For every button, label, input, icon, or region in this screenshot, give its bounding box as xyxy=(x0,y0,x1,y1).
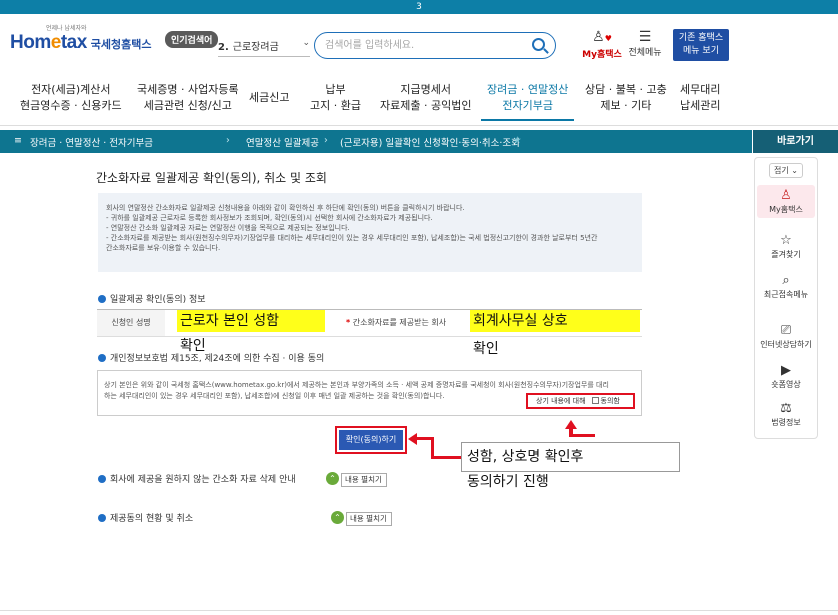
user-icon: ♙♥ xyxy=(592,29,612,45)
star-outline-icon: ☆ xyxy=(780,233,792,248)
annotation-line xyxy=(416,437,432,440)
gavel-icon: ⚖ xyxy=(780,401,792,416)
quick-my-hometax[interactable]: ♙ My홈택스 xyxy=(757,185,815,218)
recent-search-icon: ⌕ xyxy=(782,273,790,288)
info-box: 회사의 연말정산 간소화자료 일괄제공 신청내용을 아래와 같이 확인하신 후 … xyxy=(98,193,642,272)
highlight-company: 회계사무실 상호 xyxy=(470,310,640,332)
quick-law-info[interactable]: ⚖ 법령정보 xyxy=(757,401,815,428)
nav-item-tax-agent[interactable]: 세무대리 납세관리 xyxy=(680,82,720,114)
expand-consent-status-button[interactable]: 내용 펼치기 xyxy=(346,512,392,526)
top-strip: 3 xyxy=(0,0,838,14)
section-consent-status: 제공동의 현황 및 취소 xyxy=(98,511,193,524)
applicant-label: 신청인 성명 xyxy=(97,310,165,336)
search-input[interactable] xyxy=(325,38,525,53)
chevron-up-icon: ⌃ xyxy=(331,511,344,524)
nav-item-tax-return[interactable]: 세금신고 xyxy=(249,90,289,106)
highlight-applicant: 근로자 본인 성함 xyxy=(177,310,325,332)
annotation-line xyxy=(569,434,595,437)
bullet-icon xyxy=(98,475,106,483)
breadcrumb: ≡ 장려금 · 연말정산 · 전자기부금 › 연말정산 일괄제공 › (근로자용… xyxy=(0,130,752,153)
quick-links-panel: 접기 ⌄ ♙ My홈택스 ☆ 즐겨찾기 ⌕ 최근접속메뉴 ⎚ 인터넷상담하기 ▶… xyxy=(754,157,818,439)
quick-links-title: 바로가기 xyxy=(753,130,838,153)
chevron-down-icon: ⌄ xyxy=(302,38,310,48)
breadcrumb-level2[interactable]: 연말정산 일괄제공 xyxy=(246,135,319,149)
user-icon: ♙ xyxy=(780,188,792,203)
chevron-right-icon: › xyxy=(226,135,230,146)
nav-item-incentive[interactable]: 장려금 · 연말정산 전자기부금 xyxy=(480,82,575,121)
nav-item-payment[interactable]: 납부 고지 · 환급 xyxy=(310,82,361,114)
bullet-icon xyxy=(98,514,106,522)
star-icon[interactable]: ★ xyxy=(513,135,522,146)
legacy-menu-button[interactable]: 기존 홈택스 메뉴 보기 xyxy=(673,29,729,61)
hometax-logo[interactable]: 언제나 납세자와 Hometax 국세청홈택스 xyxy=(10,25,152,54)
fold-button[interactable]: 접기 ⌄ xyxy=(769,163,803,178)
nav-item-statement[interactable]: 지급명세서 자료제출 · 공익법인 xyxy=(380,82,471,114)
quick-online-consult[interactable]: ⎚ 인터넷상담하기 xyxy=(757,323,815,350)
header: 언제나 납세자와 Hometax 국세청홈택스 인기검색어 2. 근로장려금 ⌄ … xyxy=(0,14,838,76)
bullet-icon xyxy=(98,354,106,362)
annotation-line xyxy=(431,456,461,459)
confirm-consent-button[interactable]: 확인(동의)하기 xyxy=(339,430,403,450)
popular-rank: 2. xyxy=(218,42,229,53)
nav-item-certificate[interactable]: 국세증명 · 사업자등록 세금관련 신청/신고 xyxy=(137,82,239,114)
section-consent-info: 일괄제공 확인(동의) 정보 xyxy=(98,292,206,305)
expand-delete-guide-button[interactable]: 내용 펼치기 xyxy=(341,473,387,487)
quick-recent-menu[interactable]: ⌕ 최근접속메뉴 xyxy=(757,273,815,300)
popular-search-dropdown[interactable]: 2. 근로장려금 ⌄ xyxy=(218,38,310,57)
breadcrumb-level1[interactable]: 장려금 · 연말정산 · 전자기부금 xyxy=(30,135,153,149)
nav-item-consult[interactable]: 상담 · 불복 · 고충 제보 · 기타 xyxy=(585,82,667,114)
my-hometax-label: My홈택스 xyxy=(582,50,622,60)
agree-label[interactable]: 동의함 xyxy=(601,397,620,405)
popular-term: 근로장려금 xyxy=(232,42,279,53)
logo-text: 국세청홈택스 xyxy=(90,38,152,51)
play-icon: ▶ xyxy=(781,363,791,378)
agree-highlight: 상기 내용에 대해 동의함 xyxy=(526,393,635,409)
company-label: * 간소화자료를 제공받는 회사 xyxy=(346,318,447,327)
hamburger-icon: ☰ xyxy=(638,29,652,45)
logo-slogan: 언제나 납세자와 xyxy=(46,25,87,32)
logo-brand: Hometax xyxy=(10,32,87,53)
bullet-icon xyxy=(98,295,106,303)
confirm-highlight: 확인(동의)하기 xyxy=(335,426,407,454)
chevron-up-icon: ⌃ xyxy=(326,472,339,485)
all-menu-label: 전체메뉴 xyxy=(628,48,662,58)
search-box xyxy=(314,32,556,59)
divider xyxy=(0,610,838,611)
laptop-icon: ⎚ xyxy=(780,323,792,338)
note-company: 확인 xyxy=(473,341,499,357)
breadcrumb-menu-icon[interactable]: ≡ xyxy=(14,135,22,146)
chevron-right-icon: › xyxy=(324,135,328,146)
nav-item-einvoice[interactable]: 전자(세금)계산서 현금영수증 · 신용카드 xyxy=(20,82,122,114)
section-privacy-consent: 개인정보보호법 제15조, 제24조에 의한 수집 · 이용 동의 xyxy=(98,351,324,364)
search-icon[interactable] xyxy=(532,38,545,51)
my-hometax-button[interactable]: ♙♥ My홈택스 xyxy=(581,29,623,60)
page-number: 3 xyxy=(416,2,422,12)
popular-search-badge: 인기검색어 xyxy=(165,31,219,48)
callout-line2: 동의하기 진행 xyxy=(467,474,549,490)
main-nav: 전자(세금)계산서 현금영수증 · 신용카드 국세증명 · 사업자등록 세금관련 신… xyxy=(0,76,838,126)
callout-line1: 성함, 상호명 확인후 xyxy=(467,449,584,465)
quick-short-video[interactable]: ▶ 숏폼영상 xyxy=(757,363,815,390)
breadcrumb-level3[interactable]: (근로자용) 일괄확인 신청확인·동의·취소·조회 xyxy=(340,135,520,149)
agree-question: 상기 내용에 대해 xyxy=(536,397,586,405)
all-menu-button[interactable]: ☰ 전체메뉴 xyxy=(627,29,663,58)
agree-checkbox[interactable] xyxy=(591,397,599,404)
quick-favorites[interactable]: ☆ 즐겨찾기 xyxy=(757,233,815,260)
page-title: 간소화자료 일괄제공 확인(동의), 취소 및 조회 xyxy=(96,171,327,185)
section-delete-guide: 회사에 제공을 원하지 않는 간소화 자료 삭제 안내 xyxy=(98,472,296,485)
